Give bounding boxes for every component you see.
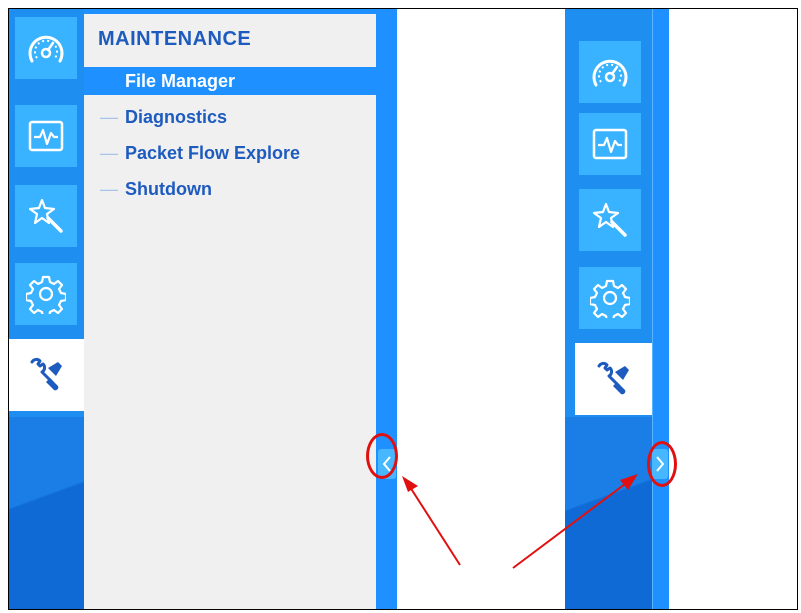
settings-gear-icon — [26, 275, 66, 314]
sidebar-decoration — [565, 417, 652, 609]
panel-edge-strip — [376, 9, 397, 609]
navigation-panel-expanded: MAINTENANCE — File Manager — Diagnostics… — [9, 9, 397, 609]
dashboard-gauge-icon — [592, 59, 628, 87]
dashboard-tile[interactable] — [579, 41, 641, 103]
menu-item-file-manager[interactable]: — File Manager — [84, 67, 376, 95]
dashboard-tile[interactable] — [15, 17, 77, 79]
monitor-tile[interactable] — [579, 113, 641, 175]
menu-item-diagnostics[interactable]: — Diagnostics — [84, 103, 376, 131]
settings-tile[interactable] — [15, 263, 77, 325]
wizard-tile[interactable] — [579, 189, 641, 251]
maintenance-menu: MAINTENANCE — File Manager — Diagnostics… — [84, 14, 376, 609]
icon-sidebar — [9, 9, 84, 609]
menu-item-label: Shutdown — [125, 178, 212, 199]
menu-item-dash: — — [100, 142, 118, 163]
menu-section-title: MAINTENANCE — [98, 28, 252, 50]
menu-item-label: Diagnostics — [125, 106, 228, 127]
menu-item-packet-flow-explore[interactable]: — Packet Flow Explore — [84, 139, 376, 167]
panel-edge-strip — [652, 9, 669, 609]
maintenance-tile-active[interactable] — [9, 339, 84, 411]
icon-sidebar — [565, 9, 652, 609]
wizard-wand-icon — [592, 202, 627, 237]
expand-button-highlight — [647, 441, 677, 487]
menu-item-dash: — — [100, 178, 118, 199]
dashboard-gauge-icon — [28, 35, 64, 63]
sidebar-decoration — [9, 417, 84, 609]
menu-item-dash: — — [100, 106, 118, 127]
settings-gear-icon — [590, 279, 630, 318]
maintenance-tools-icon — [597, 361, 629, 395]
maintenance-tile-active[interactable] — [575, 343, 652, 415]
monitor-tile[interactable] — [15, 105, 77, 167]
menu-item-label: Packet Flow Explore — [125, 142, 301, 163]
wizard-wand-icon — [28, 198, 63, 233]
collapse-button-highlight — [366, 433, 398, 479]
menu-item-shutdown[interactable]: — Shutdown — [84, 175, 376, 203]
settings-tile[interactable] — [579, 267, 641, 329]
monitor-pulse-icon — [28, 120, 64, 152]
monitor-pulse-icon — [592, 128, 628, 160]
wizard-tile[interactable] — [15, 185, 77, 247]
maintenance-tools-icon — [30, 357, 62, 391]
navigation-panel-collapsed — [565, 9, 669, 609]
menu-item-dash: — — [100, 70, 118, 91]
menu-item-label: File Manager — [125, 70, 236, 91]
